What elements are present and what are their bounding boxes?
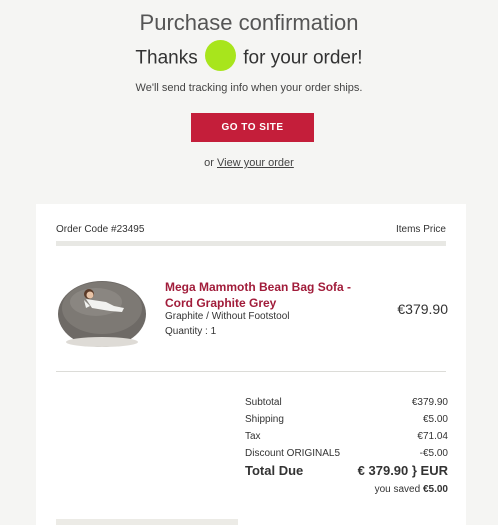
view-order-line: or View your order [0,157,498,169]
totals-row: Discount ORIGINAL5 -€5.00 [245,448,448,459]
order-header: Order Code #23495 Items Price [56,224,446,235]
total-due-value: € 379.90 } EUR [357,463,448,478]
view-prefix: or [204,157,214,169]
totals-row: Subtotal €379.90 [245,397,448,408]
green-dot [204,40,236,71]
product-price: €379.90 [397,301,448,317]
header-divider [56,241,446,246]
order-code: Order Code #23495 [56,224,145,235]
order-card: Order Code #23495 Items Price Mega Mammo… [36,204,466,525]
totals-value: €71.04 [417,431,448,442]
thanks-line: Thanks for your order! [0,40,498,71]
totals-label: Discount ORIGINAL5 [245,448,341,459]
go-to-site-button[interactable]: GO TO SITE [191,113,314,142]
totals-label: Tax [245,431,261,442]
saved-prefix: you saved [374,484,421,495]
product-quantity: Quantity : 1 [165,326,217,337]
totals-row: Shipping €5.00 [245,414,448,425]
totals-label: Subtotal [245,397,282,408]
bottom-bar [56,519,238,525]
total-due-label: Total Due [245,463,304,478]
items-price-header: Items Price [395,224,446,235]
tracking-info: We'll send tracking info when your order… [135,82,363,94]
totals-row: Tax €71.04 [245,431,448,442]
view-order-link[interactable]: View your order [217,157,294,169]
product-name[interactable]: Mega Mammoth Bean Bag Sofa - Cord Graphi… [165,279,365,311]
totals-value: €5.00 [422,414,448,425]
totals-value: €379.90 [411,397,448,408]
page-title: Purchase confirmation [139,10,359,35]
totals-label: Shipping [245,414,284,425]
product-variant: Graphite / Without Footstool [165,311,290,322]
totals-value: -€5.00 [419,448,448,459]
total-due-row: Total Due € 379.90 } EUR [245,463,448,478]
thanks-before: Thanks [135,47,198,69]
thanks-after: for your order! [243,47,363,69]
saved-amount: €5.00 [422,484,448,495]
savings-line: you saved €5.00 [375,484,448,495]
items-divider [56,371,446,372]
bean-bag-image [58,281,146,347]
